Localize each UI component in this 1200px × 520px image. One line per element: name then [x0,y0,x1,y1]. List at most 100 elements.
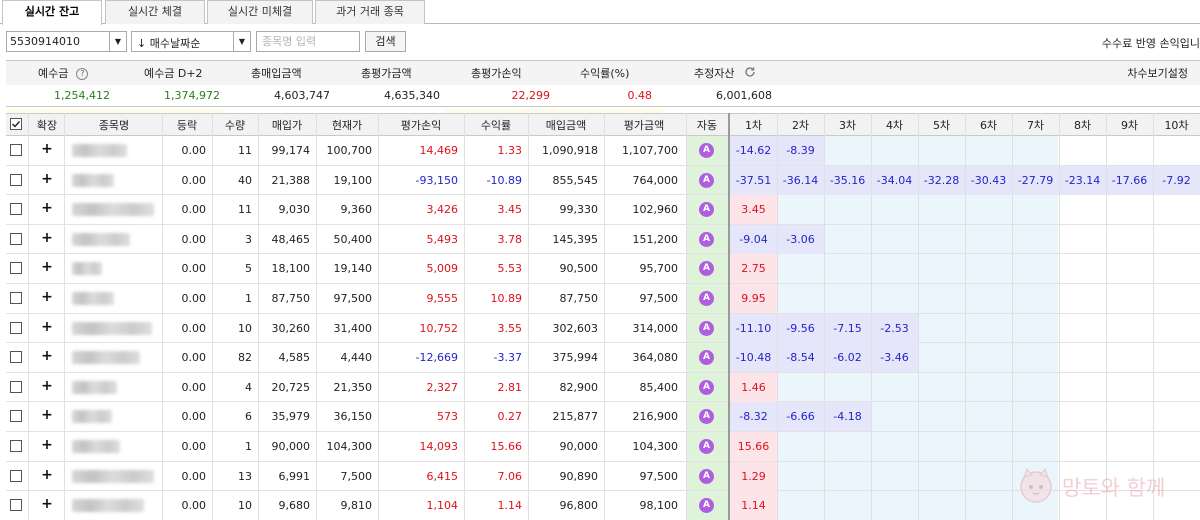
stock-name-redacted[interactable] [72,144,127,157]
tab-realtime-unfilled[interactable]: 실시간 미체결 [207,0,313,24]
sort-select[interactable]: ↓ 매수날짜순 ▼ [131,31,251,52]
column-header-cur-price[interactable]: 현재가 [316,117,378,133]
auto-trade-icon[interactable]: A [699,350,714,366]
stock-name-redacted[interactable] [72,440,120,453]
table-row[interactable]: +0.00 11 99,174 100,700 14,469 1.33 1,090,918 1… [6,136,1200,166]
stock-name-redacted[interactable] [72,321,152,335]
stock-name-redacted[interactable] [72,351,140,365]
auto-trade-icon[interactable]: A [699,379,714,395]
expand-icon[interactable]: + [41,319,53,335]
column-header-tier-1[interactable]: 1차 [730,117,777,133]
table-row[interactable]: +0.00 10 9,680 9,810 1,104 1.14 96,800 98,100 A 1… [6,491,1200,520]
column-header-tier-6[interactable]: 6차 [965,117,1012,133]
row-checkbox[interactable] [10,321,22,334]
account-select[interactable]: 5530914010 ▼ [6,31,127,52]
auto-trade-icon[interactable]: A [699,409,714,425]
column-header-tier-8[interactable]: 8차 [1059,117,1106,133]
tab-realtime-balance[interactable]: 실시간 잔고 [2,0,102,25]
stock-name-redacted[interactable] [72,173,114,187]
row-checkbox[interactable] [10,262,22,275]
column-header-tier-10[interactable]: 10차 [1153,117,1200,133]
row-checkbox[interactable] [10,203,22,216]
column-header-tier-7[interactable]: 7차 [1012,117,1059,133]
tab-realtime-executions[interactable]: 실시간 체결 [105,0,205,24]
table-row[interactable]: +0.00 1 90,000 104,300 14,093 15.66 90,000 104,… [6,432,1200,462]
column-header-buy-amt[interactable]: 매입금액 [528,117,604,133]
table-row[interactable]: +0.00 4 20,725 21,350 2,327 2.81 82,900 85,400 A… [6,372,1200,403]
chevron-down-icon[interactable]: ▼ [109,32,126,51]
column-header-tier-3[interactable]: 3차 [824,117,871,133]
column-header-qty[interactable]: 수량 [212,117,258,133]
expand-icon[interactable]: + [41,171,53,187]
column-header-expand[interactable]: 확장 [32,117,62,133]
table-row[interactable]: +0.00 6 35,979 36,150 573 0.27 215,877 216,900 A… [6,402,1200,432]
table-row[interactable]: +0.00 13 6,991 7,500 6,415 7.06 90,890 97,500 A 1… [6,461,1200,492]
expand-icon[interactable]: + [41,348,53,364]
column-header-tier-5[interactable]: 5차 [918,117,965,133]
table-row[interactable]: +0.00 40 21,388 19,100 -93,150 -10.89 855,545 7… [6,165,1200,196]
table-row[interactable]: +0.00 5 18,100 19,140 5,009 5.53 90,500 95,700 A… [6,254,1200,284]
column-header-name[interactable]: 종목명 [66,117,162,133]
row-checkbox[interactable] [10,351,22,364]
table-row[interactable]: +0.00 82 4,585 4,440 -12,669 -3.37 375,994 364,… [6,343,1200,373]
column-header-tier-9[interactable]: 9차 [1106,117,1153,133]
table-row[interactable]: +0.00 10 30,260 31,400 10,752 3.55 302,603 314,… [6,313,1200,344]
column-header-rate[interactable]: 수익률 [464,117,528,133]
row-checkbox[interactable] [10,144,22,156]
column-header-auto[interactable]: 자동 [686,117,728,133]
expand-icon[interactable]: + [41,467,53,483]
column-header-tier-2[interactable]: 2차 [777,117,824,133]
row-checkbox[interactable] [10,380,22,393]
stock-name-redacted[interactable] [72,262,102,276]
row-checkbox[interactable] [10,440,22,452]
auto-trade-icon[interactable]: A [699,172,714,188]
expand-icon[interactable]: + [41,289,53,305]
expand-icon[interactable]: + [41,378,53,394]
auto-trade-icon[interactable]: A [699,231,714,247]
tab-past-trades[interactable]: 과거 거래 종목 [315,0,425,24]
auto-trade-icon[interactable]: A [699,439,714,454]
expand-icon[interactable]: + [41,407,53,423]
row-checkbox[interactable] [10,469,22,482]
stock-name-redacted[interactable] [72,292,114,305]
stock-search-input[interactable] [256,31,360,52]
stock-name-redacted[interactable] [72,203,154,217]
help-icon[interactable]: ? [76,68,89,80]
row-checkbox[interactable] [10,232,22,245]
search-button[interactable]: 검색 [365,31,406,52]
expand-icon[interactable]: + [41,141,53,157]
table-row[interactable]: +0.00 1 87,750 97,500 9,555 10.89 87,750 97,500… [6,284,1200,314]
auto-trade-icon[interactable]: A [699,261,714,277]
column-header-eval-amt[interactable]: 평가금액 [604,117,684,133]
table-row[interactable]: +0.00 3 48,465 50,400 5,493 3.78 145,395 151,20… [6,224,1200,255]
column-header-buy-price[interactable]: 매입가 [258,117,316,133]
chevron-down-icon[interactable]: ▼ [233,32,250,51]
stock-name-redacted[interactable] [72,410,112,424]
auto-trade-icon[interactable]: A [699,202,714,218]
row-checkbox[interactable] [10,292,22,304]
column-header-pnl[interactable]: 평가손익 [378,117,464,133]
tier-view-settings-button[interactable]: 차수보기설정 [1127,65,1188,81]
expand-icon[interactable]: + [41,437,53,453]
stock-name-redacted[interactable] [72,232,130,246]
expand-icon[interactable]: + [41,230,53,246]
refresh-icon[interactable] [744,66,756,78]
row-checkbox[interactable] [10,499,22,512]
auto-trade-icon[interactable]: A [699,320,714,336]
table-row[interactable]: +0.00 11 9,030 9,360 3,426 3.45 99,330 102,960 A… [6,195,1200,225]
expand-icon[interactable]: + [41,496,53,512]
auto-trade-icon[interactable]: A [699,143,714,158]
column-header-tier-4[interactable]: 4차 [871,117,918,133]
stock-name-redacted[interactable] [72,469,154,483]
row-checkbox[interactable] [10,410,22,423]
column-header-change[interactable]: 등락 [162,117,212,133]
stock-name-redacted[interactable] [72,380,117,394]
auto-trade-icon[interactable]: A [699,291,714,306]
select-all-checkbox[interactable] [10,118,22,130]
auto-trade-icon[interactable]: A [699,468,714,484]
auto-trade-icon[interactable]: A [699,498,714,514]
row-checkbox[interactable] [10,173,22,186]
stock-name-redacted[interactable] [72,499,144,513]
expand-icon[interactable]: + [41,200,53,216]
expand-icon[interactable]: + [41,259,53,275]
